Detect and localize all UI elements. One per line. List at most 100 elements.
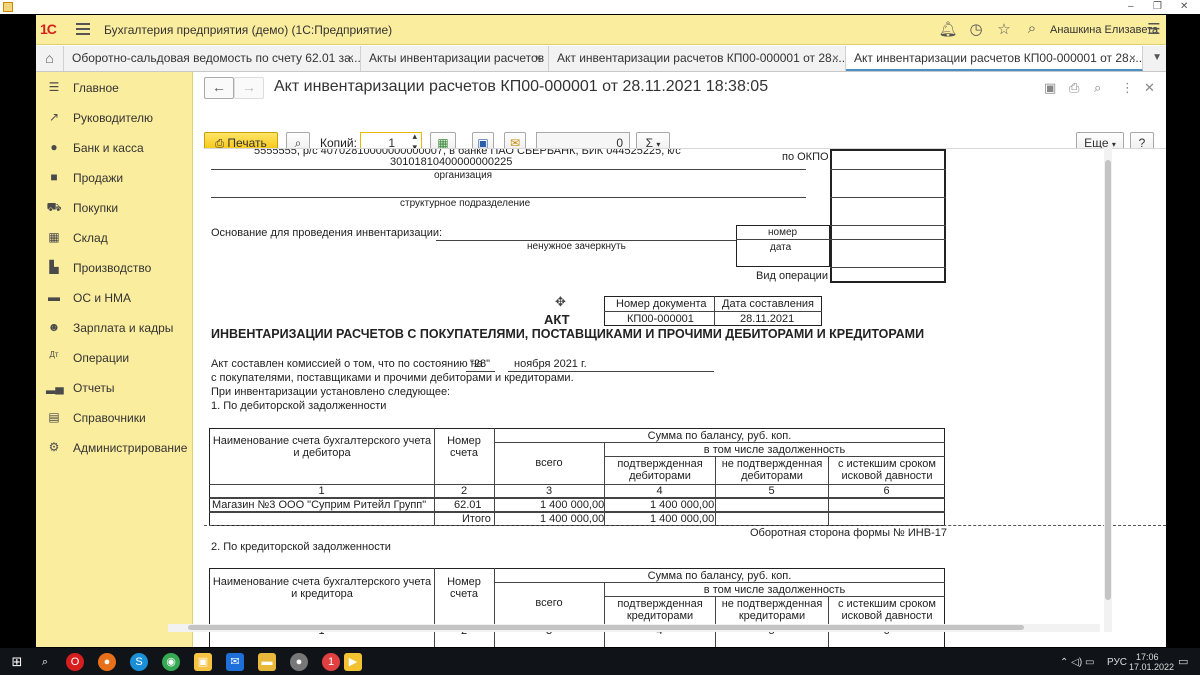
cursor-icon: ✥ [555, 294, 566, 309]
col-balance-sum: Сумма по балансу, руб. коп. [647, 430, 792, 442]
tray-icons[interactable]: ⌃ ◁) ▭ [1060, 657, 1094, 668]
sidebar-item-production[interactable]: ▙ Производство [36, 256, 193, 280]
codes-line [830, 169, 946, 170]
doc-number-divider [714, 296, 715, 326]
tab-inventory-acts[interactable]: Акты инвентаризации расчетов × [361, 46, 549, 71]
skype-icon[interactable]: S [130, 653, 148, 671]
col-num: 4 [656, 485, 663, 497]
debtor-name: Магазин №3 ООО "Суприм Ритейл Групп" [212, 499, 427, 511]
tab-label: Оборотно-сальдовая ведомость по счету 62… [72, 51, 361, 65]
gear-icon: ⚙ [48, 440, 60, 454]
save-icon[interactable]: ▣ [1044, 80, 1056, 96]
tab-label: Акты инвентаризации расчетов [369, 51, 545, 65]
notifications-icon[interactable]: ▭ [1178, 655, 1188, 668]
date-label: дата [770, 242, 792, 253]
intro-text-1: Акт составлен комиссией о том, что по со… [211, 358, 483, 370]
search-icon[interactable]: ⌕ [1022, 20, 1042, 37]
back-button[interactable]: ← [204, 77, 234, 99]
tab-close-icon[interactable]: × [832, 46, 839, 70]
spreadsheet-report[interactable]: 5555555, р/с 40702810000000000007, в бан… [204, 148, 1166, 647]
minimize-button[interactable]: – [1128, 0, 1134, 13]
home-icon[interactable]: ⌂ [36, 46, 64, 71]
close-window-button[interactable]: ✕ [1180, 0, 1188, 13]
section-debtors: 1. По дебиторской задолженности [211, 400, 387, 412]
table-row-line [494, 582, 945, 583]
open-windows-tabs: ⌂ Оборотно-сальдовая ведомость по счету … [36, 46, 1166, 72]
print-icon[interactable]: ⎙ [1069, 80, 1079, 96]
forward-button[interactable]: → [234, 77, 264, 99]
bell-icon[interactable]: 🔔︎ [938, 20, 958, 38]
debtor-total: 1 400 000,00 [540, 499, 605, 511]
debtor-confirmed: 1 400 000,00 [650, 499, 715, 511]
clock-time[interactable]: 17:06 [1136, 652, 1159, 662]
chrome-icon[interactable]: ◉ [162, 653, 180, 671]
debtors-total-confirmed: 1 400 000,00 [650, 513, 715, 525]
sidebar-item-catalogs[interactable]: ▤ Справочники [36, 406, 193, 430]
sidebar-item-bank[interactable]: ● Банк и касса [36, 136, 193, 160]
user-name[interactable]: Анашкина Елизавета [1050, 24, 1158, 36]
col-expired: с истекшим сроком исковой давности [838, 458, 936, 482]
main-menu-icon[interactable] [76, 23, 90, 35]
tab-close-icon[interactable]: × [347, 46, 354, 70]
factory-icon: ▙ [49, 260, 59, 274]
chat-icon[interactable]: ● [290, 653, 308, 671]
history-icon[interactable]: ◷ [966, 20, 986, 38]
preview-icon[interactable]: ⌕ [1094, 80, 1101, 96]
sidebar-item-reports[interactable]: ▂▄ Отчеты [36, 376, 193, 400]
col-confirmed: подтвержденная кредиторами [617, 598, 703, 622]
tab-inventory-act-1[interactable]: Акт инвентаризации расчетов КП00-000001 … [549, 46, 846, 71]
sidebar-item-purchases[interactable]: ⛟ Покупки [36, 196, 193, 220]
col-including: в том числе задолженность [703, 444, 846, 456]
tab-label: Акт инвентаризации расчетов КП00-000001 … [854, 51, 1143, 65]
tab-close-icon[interactable]: × [1129, 46, 1136, 69]
more-vertical-icon[interactable]: ⋮ [1121, 80, 1134, 96]
tab-close-icon[interactable]: × [535, 46, 542, 70]
strike-caption: ненужное зачеркнуть [527, 241, 626, 252]
restore-button[interactable]: ❐ [1153, 0, 1162, 13]
sidebar-item-fixed-assets[interactable]: ▬ ОС и НМА [36, 286, 193, 310]
clock-date[interactable]: 17.01.2022 [1129, 662, 1174, 672]
app-window-icon [3, 2, 13, 12]
tab-turnover-balance[interactable]: Оборотно-сальдовая ведомость по счету 62… [64, 46, 361, 71]
sidebar-item-main[interactable]: ☰ Главное [36, 76, 193, 100]
horizontal-scrollbar[interactable] [168, 624, 1100, 632]
sidebar-item-operations[interactable]: Дт Операции [36, 346, 193, 370]
tabs-dropdown-icon[interactable]: ▼ [1152, 46, 1162, 70]
firefox-icon[interactable]: ● [98, 653, 116, 671]
col-account-name: Наименование счета бухгалтерского учета … [212, 435, 432, 459]
col-num: 5 [768, 485, 775, 497]
1c-taskbar-icon[interactable]: 1 [322, 653, 340, 671]
close-icon[interactable]: ✕ [1144, 80, 1155, 96]
sidebar-item-sales[interactable]: ■ Продажи [36, 166, 193, 190]
vertical-scrollbar[interactable] [1104, 148, 1112, 632]
sidebar-item-salary[interactable]: ☻ Зарплата и кадры [36, 316, 193, 340]
table-col-line [828, 596, 829, 647]
sidebar-item-admin[interactable]: ⚙ Администрирование [36, 436, 193, 460]
search-icon[interactable]: ⌕ [36, 653, 54, 671]
document-header: ← → Акт инвентаризации расчетов КП00-000… [194, 72, 1166, 120]
sidebar-item-warehouse[interactable]: ▦ Склад [36, 226, 193, 250]
windows-start-icon[interactable]: ⊞ [8, 653, 26, 671]
star-icon[interactable]: ☆ [994, 20, 1014, 38]
folder-icon[interactable]: ▬ [258, 653, 276, 671]
book-icon: ▤ [48, 410, 60, 424]
title-bar: 1С Бухгалтерия предприятия (демо) (1С:Пр… [36, 15, 1166, 45]
opera-icon[interactable]: O [66, 653, 84, 671]
video-icon[interactable]: ▶ [344, 653, 362, 671]
settings-menu-icon[interactable]: ☰ [1144, 20, 1164, 38]
app-icon[interactable]: ▣ [194, 653, 212, 671]
col-including: в том числе задолженность [703, 584, 846, 596]
col-num: 6 [883, 485, 890, 497]
scroll-thumb[interactable] [188, 625, 1024, 630]
sidebar-item-manager[interactable]: ↗ Руководителю [36, 106, 193, 130]
col-confirmed: подтвержденная дебиторами [617, 458, 703, 482]
language-indicator[interactable]: РУС [1107, 657, 1127, 668]
bar-chart-icon: ▂▄ [46, 380, 64, 394]
trend-icon: ↗ [48, 110, 60, 124]
outlook-icon[interactable]: ✉ [226, 653, 244, 671]
scroll-thumb[interactable] [1105, 160, 1111, 600]
col-total: всего [535, 457, 563, 469]
codes-line [736, 239, 830, 240]
tab-inventory-act-2[interactable]: Акт инвентаризации расчетов КП00-000001 … [846, 46, 1143, 71]
col-account-number: Номер счета [447, 435, 481, 459]
